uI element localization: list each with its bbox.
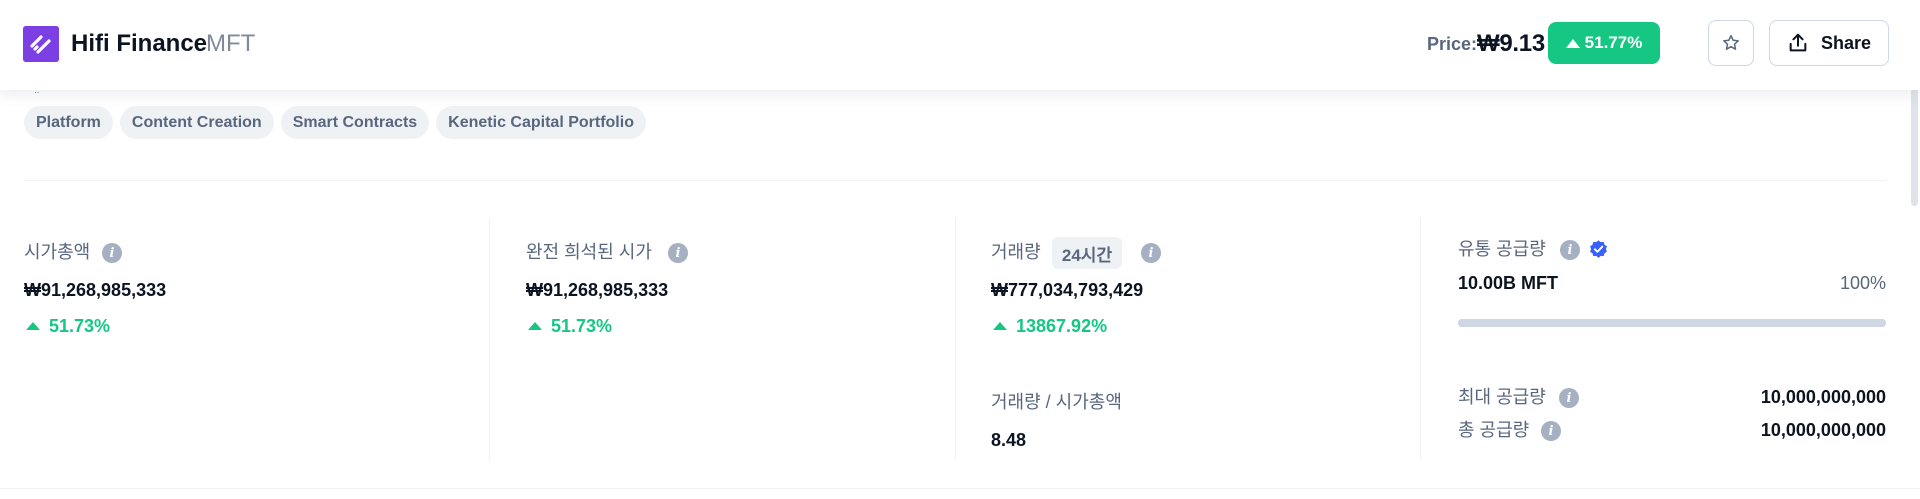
volume-market-cap-label: 거래량 / 시가총액 bbox=[991, 392, 1122, 412]
share-button[interactable]: Share bbox=[1769, 20, 1889, 66]
page-scrollbar[interactable] bbox=[1911, 88, 1918, 206]
max-supply-info-icon[interactable]: i bbox=[1559, 388, 1579, 408]
caret-up-icon bbox=[528, 322, 542, 330]
column-divider bbox=[955, 218, 956, 460]
star-icon bbox=[1723, 34, 1739, 50]
tag-smart-contracts[interactable]: Smart Contracts bbox=[280, 106, 430, 139]
column-divider bbox=[1420, 218, 1421, 460]
caret-up-icon bbox=[26, 322, 40, 330]
price-value: ₩9.13 bbox=[1477, 30, 1545, 57]
circulating-supply-percent: 100% bbox=[1839, 273, 1886, 293]
caret-up-icon bbox=[993, 322, 1007, 330]
column-divider bbox=[489, 218, 490, 460]
market-cap-value: ₩91,268,985,333 bbox=[24, 280, 167, 300]
market-cap-label: 시가총액 bbox=[24, 242, 91, 262]
fdv-value: ₩91,268,985,333 bbox=[526, 280, 669, 300]
circulating-supply-label: 유통 공급량 bbox=[1458, 239, 1546, 259]
tag-content-creation[interactable]: Content Creation bbox=[119, 106, 274, 139]
total-supply-info-icon[interactable]: i bbox=[1541, 421, 1561, 441]
volume-label: 거래량 bbox=[991, 242, 1041, 262]
volume-change-value: 13867.92% bbox=[1016, 316, 1108, 336]
coin-logo-icon bbox=[23, 26, 59, 62]
tag-list: Platform Content Creation Smart Contract… bbox=[24, 106, 646, 139]
verified-badge-icon bbox=[1590, 240, 1607, 258]
tag-kenetic-capital-portfolio[interactable]: Kenetic Capital Portfolio bbox=[436, 106, 646, 139]
coin-header: Hifi Finance MFT Price: ₩9.13 51.77% Sha… bbox=[0, 0, 1920, 90]
fdv-info-icon[interactable]: i bbox=[668, 243, 688, 263]
volume-change: 13867.92% bbox=[993, 314, 1107, 338]
share-icon bbox=[1789, 33, 1807, 52]
volume-value: ₩777,034,793,429 bbox=[991, 280, 1144, 300]
market-cap-info-icon[interactable]: i bbox=[102, 243, 122, 263]
price-change-badge: 51.77% bbox=[1548, 22, 1660, 64]
circulating-supply-progress bbox=[1458, 319, 1886, 327]
fdv-change: 51.73% bbox=[528, 314, 612, 338]
volume-period-selector[interactable]: 24시간 bbox=[1052, 237, 1122, 269]
price-change-value: 51.77% bbox=[1584, 33, 1643, 52]
coin-name: Hifi Finance bbox=[71, 30, 208, 57]
bottom-divider bbox=[0, 488, 1920, 489]
price-label: Price: bbox=[1427, 34, 1478, 54]
volume-market-cap-value: 8.48 bbox=[991, 430, 1027, 450]
coin-symbol: MFT bbox=[206, 30, 256, 57]
circulating-supply-progress-fill bbox=[1458, 319, 1886, 327]
total-supply-value: 10,000,000,000 bbox=[1760, 420, 1886, 440]
watchlist-star-button[interactable] bbox=[1708, 20, 1754, 66]
market-cap-change-value: 51.73% bbox=[49, 316, 111, 336]
circulating-supply-info-icon[interactable]: i bbox=[1560, 240, 1580, 260]
market-cap-change: 51.73% bbox=[26, 314, 110, 338]
max-supply-value: 10,000,000,000 bbox=[1760, 387, 1886, 407]
share-label: Share bbox=[1820, 32, 1872, 53]
volume-info-icon[interactable]: i bbox=[1141, 243, 1161, 263]
total-supply-label: 총 공급량 bbox=[1458, 420, 1530, 440]
max-supply-label: 최대 공급량 bbox=[1458, 387, 1546, 407]
section-divider bbox=[24, 180, 1886, 181]
fdv-change-value: 51.73% bbox=[551, 316, 613, 336]
circulating-supply-value: 10.00B MFT bbox=[1458, 273, 1559, 293]
fdv-label: 완전 희석된 시가 bbox=[526, 242, 652, 262]
caret-up-icon bbox=[1565, 38, 1580, 48]
tag-platform[interactable]: Platform bbox=[24, 106, 113, 139]
